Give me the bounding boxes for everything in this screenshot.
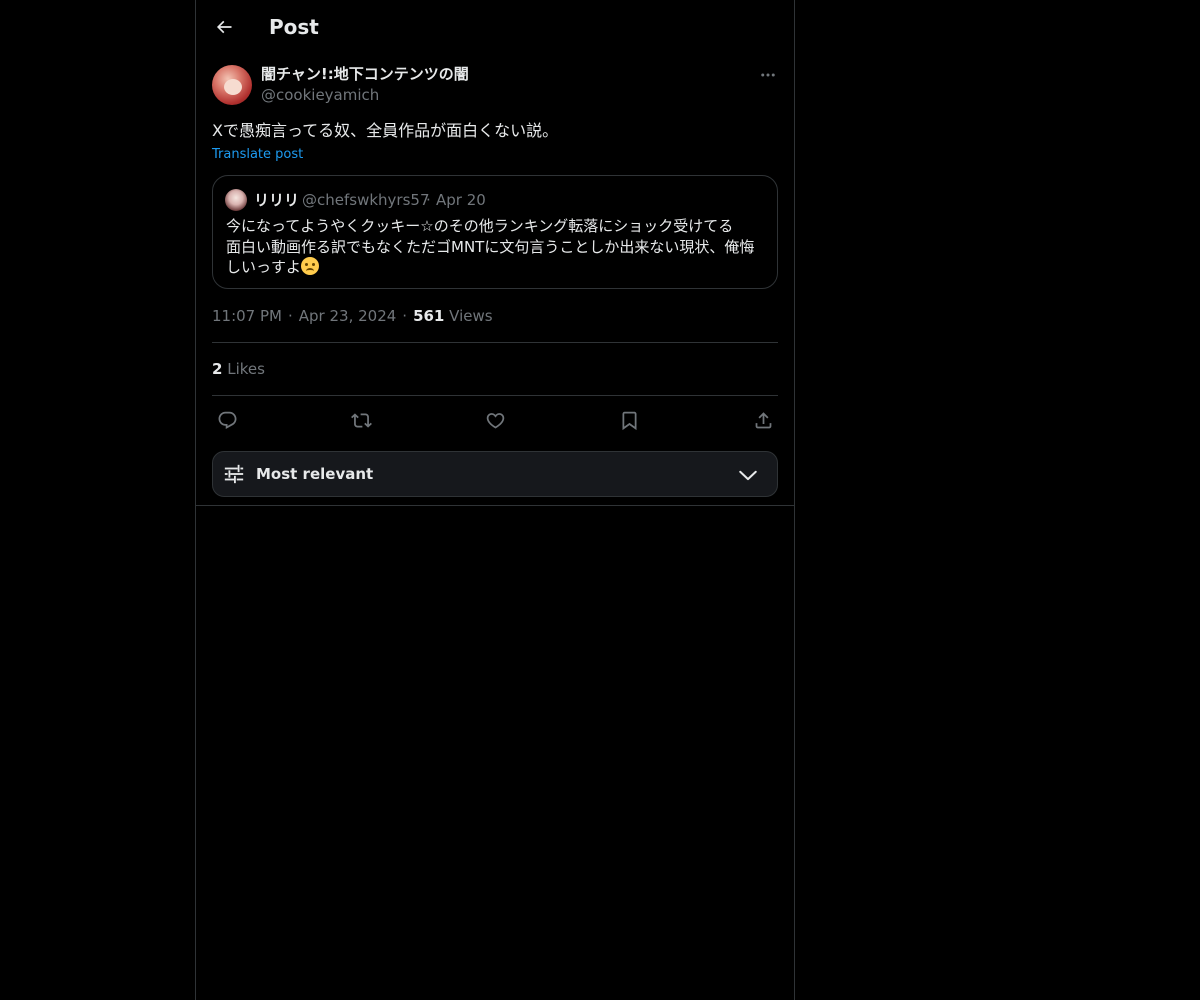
views-label: Views xyxy=(449,307,493,325)
quoted-text-line: 今になってようやくクッキー☆のその他ランキング転落にショック受けてる xyxy=(226,217,734,235)
quoted-display-name: リリリ xyxy=(254,191,300,209)
heart-icon xyxy=(486,412,504,429)
sort-label: Most relevant xyxy=(256,465,374,483)
like-button[interactable] xyxy=(480,405,510,435)
quoted-avatar xyxy=(225,189,247,211)
reply-button[interactable] xyxy=(212,405,242,435)
reply-icon xyxy=(218,411,236,429)
quoted-text: 今になってようやくクッキー☆のその他ランキング転落にショック受けてる 面白い動画… xyxy=(226,216,766,278)
page-title: Post xyxy=(269,15,319,39)
meta-separator: · xyxy=(287,307,293,325)
author-display-name[interactable]: 闇チャン!:地下コンテンツの闇 xyxy=(261,64,469,84)
translate-post-link[interactable]: Translate post xyxy=(212,145,303,165)
arrow-left-icon xyxy=(216,20,232,34)
bookmark-button[interactable] xyxy=(614,405,644,435)
share-icon xyxy=(755,411,771,428)
avatar-face xyxy=(224,79,242,95)
views-count: 561 xyxy=(413,307,445,325)
repost-icon xyxy=(350,412,372,428)
divider xyxy=(212,395,778,396)
post-time[interactable]: 11:07 PM xyxy=(212,307,282,325)
share-button[interactable] xyxy=(748,405,778,435)
back-button[interactable] xyxy=(208,11,240,43)
likes-summary[interactable]: 2 Likes xyxy=(212,359,265,379)
more-options-button[interactable] xyxy=(754,63,782,87)
post-header: Post xyxy=(196,0,794,54)
author-avatar[interactable] xyxy=(212,65,252,105)
quoted-text-line-end: しいっすよ xyxy=(226,258,302,276)
quoted-handle: @chefswkhyrs57 xyxy=(302,191,430,209)
quoted-post[interactable]: リリリ @chefswkhyrs57 · Apr 20 今になってようやくクッキ… xyxy=(212,175,778,289)
bookmark-icon xyxy=(622,411,636,430)
sliders-icon xyxy=(224,464,244,484)
post-meta: 11:07 PM · Apr 23, 2024 · 561 Views xyxy=(212,306,493,326)
author-handle[interactable]: @cookieyamich xyxy=(261,85,379,105)
likes-label: Likes xyxy=(227,360,265,378)
likes-count: 2 xyxy=(212,360,223,378)
section-divider xyxy=(196,505,794,506)
quoted-date: Apr 20 xyxy=(436,191,486,209)
sort-replies-dropdown[interactable]: Most relevant xyxy=(212,451,778,497)
chevron-down-icon xyxy=(739,470,757,481)
more-dots-icon xyxy=(761,73,775,77)
post-column: Post 闇チャン!:地下コンテンツの闇 @cookieyamich Xで愚痴言… xyxy=(195,0,795,1000)
quoted-text-line: 面白い動画作る訳でもなくただゴMNTに文句言うことしか出来ない現状、俺悔 xyxy=(226,237,755,256)
meta-separator: · xyxy=(402,307,408,325)
quoted-text-line: しいっすよ xyxy=(226,257,766,278)
repost-button[interactable] xyxy=(346,405,376,435)
post-date[interactable]: Apr 23, 2024 xyxy=(299,307,397,325)
post-text: Xで愚痴言ってる奴、全員作品が面白くない説。 xyxy=(212,121,559,140)
sad-face-emoji-icon xyxy=(301,257,320,275)
quoted-separator: · xyxy=(426,191,431,209)
divider xyxy=(212,342,778,343)
